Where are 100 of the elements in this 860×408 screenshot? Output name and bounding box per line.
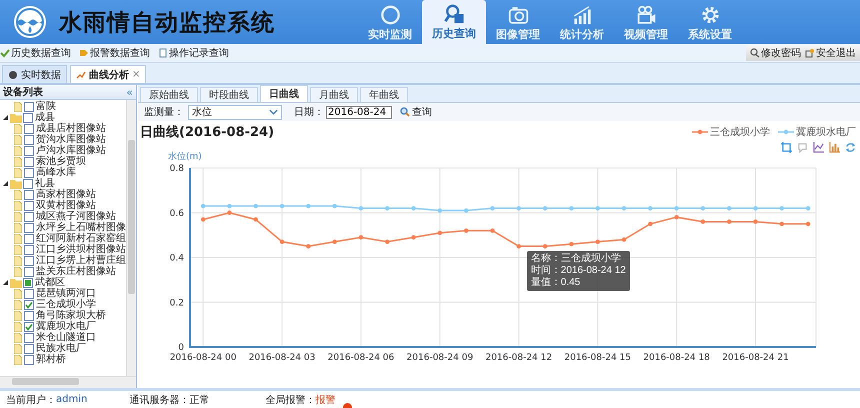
account-link[interactable]: 安全退出 [805,46,856,60]
close-icon[interactable]: × [132,69,140,80]
measure-select[interactable]: 水位 [188,104,282,120]
date-field[interactable]: 2016-08-24 [326,106,392,118]
data-point[interactable] [780,206,784,210]
tree-item[interactable]: 江口乡洪坝村图像站 [0,244,126,255]
data-point[interactable] [438,208,442,213]
search-button[interactable]: 查询 [400,105,432,119]
bar-chart-icon[interactable] [829,142,840,153]
data-point[interactable] [806,222,810,226]
checkbox[interactable] [24,190,34,200]
tree-item[interactable]: 冀鹿坝水电厂 [0,321,126,332]
expand-arrow-icon[interactable] [3,115,8,120]
data-point[interactable] [332,240,337,244]
data-point[interactable] [648,206,652,210]
query-link[interactable]: 历史数据查询 [0,46,71,60]
checkbox[interactable] [24,300,34,310]
curve-tab[interactable]: 月曲线 [310,87,358,102]
curve-tab[interactable]: 原始曲线 [140,87,198,102]
tree-item[interactable]: 城区燕子河图像站 [0,211,126,222]
checkbox[interactable] [24,168,34,178]
data-point[interactable] [753,206,758,210]
data-point[interactable] [674,206,679,210]
tree-item[interactable]: 成县店村图像站 [0,123,126,134]
checkbox[interactable] [24,156,34,166]
line-chart-icon[interactable] [813,142,824,153]
data-point[interactable] [254,204,258,208]
tree-item[interactable]: 盐关东庄村图像站 [0,266,126,277]
checkbox[interactable] [24,310,34,320]
checkbox[interactable] [24,200,34,210]
data-point[interactable] [200,204,206,208]
page-tab[interactable]: 实时数据 [2,65,67,83]
data-point[interactable] [385,206,390,210]
checkbox[interactable] [24,124,34,134]
legend-item[interactable]: 三仓成坝小学 [692,125,770,139]
data-point[interactable] [596,240,600,244]
checkbox[interactable] [24,322,34,332]
checkbox[interactable] [24,234,34,244]
data-point[interactable] [280,240,284,244]
checkbox[interactable] [24,266,34,276]
nav-tab[interactable]: 历史查询 [422,0,486,44]
tree-group[interactable]: 礼县 [0,178,126,189]
tree-item[interactable]: 红河阿新村石家窑组 [0,233,126,244]
tree-item[interactable]: 三仓成坝小学 [0,299,126,310]
tree-item[interactable]: 民族水电厂 [0,343,126,354]
data-point[interactable] [332,204,337,208]
data-point[interactable] [727,206,732,210]
tree-item[interactable]: 郭村桥 [0,354,126,365]
checkbox[interactable] [24,244,34,254]
data-point[interactable] [227,204,232,208]
tree-item[interactable]: 江口乡塄上村曹庄组 [0,255,126,266]
data-point[interactable] [753,220,758,224]
query-link[interactable]: 操作记录查询 [158,46,229,60]
checkbox[interactable] [24,288,34,298]
checkbox[interactable] [24,222,34,232]
tree-item[interactable]: 琵琶镇两河口 [0,288,126,299]
data-point[interactable] [280,204,284,208]
data-point[interactable] [490,206,495,210]
query-link[interactable]: 报警数据查询 [79,46,150,60]
data-point[interactable] [516,244,521,249]
curve-tab[interactable]: 时段曲线 [200,87,258,102]
tree-item[interactable]: 永坪乡上石嘴村图像 [0,222,126,233]
checkbox[interactable] [24,102,34,112]
data-point[interactable] [358,235,364,240]
data-point[interactable] [358,206,364,210]
data-point[interactable] [200,217,206,222]
data-point[interactable] [542,206,548,210]
data-point[interactable] [411,235,416,240]
tree-group[interactable]: 武都区 [0,277,126,288]
checkbox[interactable] [23,112,33,122]
data-point[interactable] [727,220,732,224]
data-point[interactable] [622,206,626,210]
tree-item[interactable]: 卢沟水库图像站 [0,145,126,156]
data-point[interactable] [490,228,495,233]
data-point[interactable] [700,220,706,224]
tree-item[interactable]: 高峰水库 [0,167,126,178]
zoom-reset-icon[interactable] [797,142,808,153]
data-point[interactable] [306,244,311,249]
tree-item[interactable]: 角弓陈家坝大桥 [0,310,126,321]
checkbox[interactable] [24,344,34,354]
horizontal-scrollbar[interactable] [0,376,136,388]
vertical-scrollbar[interactable] [126,100,136,376]
data-point[interactable] [780,222,784,226]
data-point[interactable] [516,206,521,210]
data-point[interactable] [674,215,679,220]
data-point[interactable] [411,206,416,210]
tree-item[interactable]: 富陕 [0,101,126,112]
curve-tab[interactable]: 年曲线 [360,87,408,102]
checkbox[interactable] [24,256,34,266]
data-point[interactable] [227,210,232,215]
checkbox[interactable] [24,332,34,342]
page-tab[interactable]: 曲线分析 × [70,65,146,83]
checkbox[interactable] [24,354,34,364]
account-link[interactable]: 修改密码 [750,46,801,60]
data-point[interactable] [648,222,652,226]
tree-item[interactable]: 米仓山隧道口 [0,332,126,343]
checkbox[interactable] [24,212,34,222]
checkbox[interactable] [24,146,34,156]
checkbox[interactable] [23,178,33,188]
tree-item[interactable]: 贺沟水库图像站 [0,134,126,145]
